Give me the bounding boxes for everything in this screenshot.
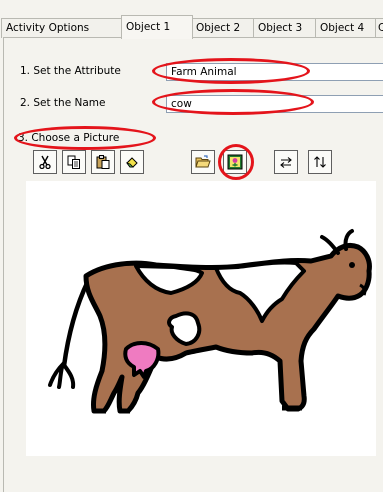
copy-icon	[67, 155, 81, 169]
clear-button[interactable]	[120, 150, 144, 174]
copy-button[interactable]	[62, 150, 86, 174]
choose-picture-button[interactable]	[223, 150, 247, 174]
flip-horizontal-button[interactable]	[274, 150, 298, 174]
tab-label: Activity Options	[6, 22, 90, 34]
attribute-input[interactable]: Farm Animal	[166, 63, 383, 81]
tab-activity-options[interactable]: Activity Options	[1, 18, 122, 38]
tab-object-3[interactable]: Object 3	[253, 18, 319, 38]
paste-button[interactable]	[91, 150, 115, 174]
flip-vertical-button[interactable]	[308, 150, 332, 174]
cut-button[interactable]	[33, 150, 57, 174]
tab-label: Object 4	[320, 22, 365, 34]
name-label: 2. Set the Name	[20, 97, 106, 109]
tab-label: Object 2	[196, 22, 241, 34]
name-value: cow	[171, 98, 192, 110]
scissors-icon	[38, 155, 52, 169]
tab-object-2[interactable]: Object 2	[191, 18, 257, 38]
paste-icon	[96, 155, 110, 169]
name-input[interactable]: cow	[166, 95, 383, 113]
attribute-label: 1. Set the Attribute	[20, 65, 121, 77]
tab-overflow[interactable]: C	[375, 18, 383, 38]
attribute-value: Farm Animal	[171, 66, 237, 78]
eraser-icon	[125, 155, 139, 169]
tab-object-4[interactable]: Object 4	[315, 18, 381, 38]
swap-vertical-icon	[313, 155, 327, 169]
cow-picture	[48, 229, 372, 414]
tab-label: C	[378, 22, 383, 34]
open-picture-button[interactable]	[191, 150, 215, 174]
picture-icon	[227, 154, 243, 170]
tab-label: Object 1	[126, 21, 171, 33]
picture-label: 3. Choose a Picture	[18, 132, 120, 144]
tab-object-1[interactable]: Object 1	[121, 15, 193, 39]
tab-label: Object 3	[258, 22, 303, 34]
picture-preview	[26, 181, 376, 456]
open-folder-icon	[195, 155, 211, 169]
swap-horizontal-icon	[279, 155, 293, 169]
